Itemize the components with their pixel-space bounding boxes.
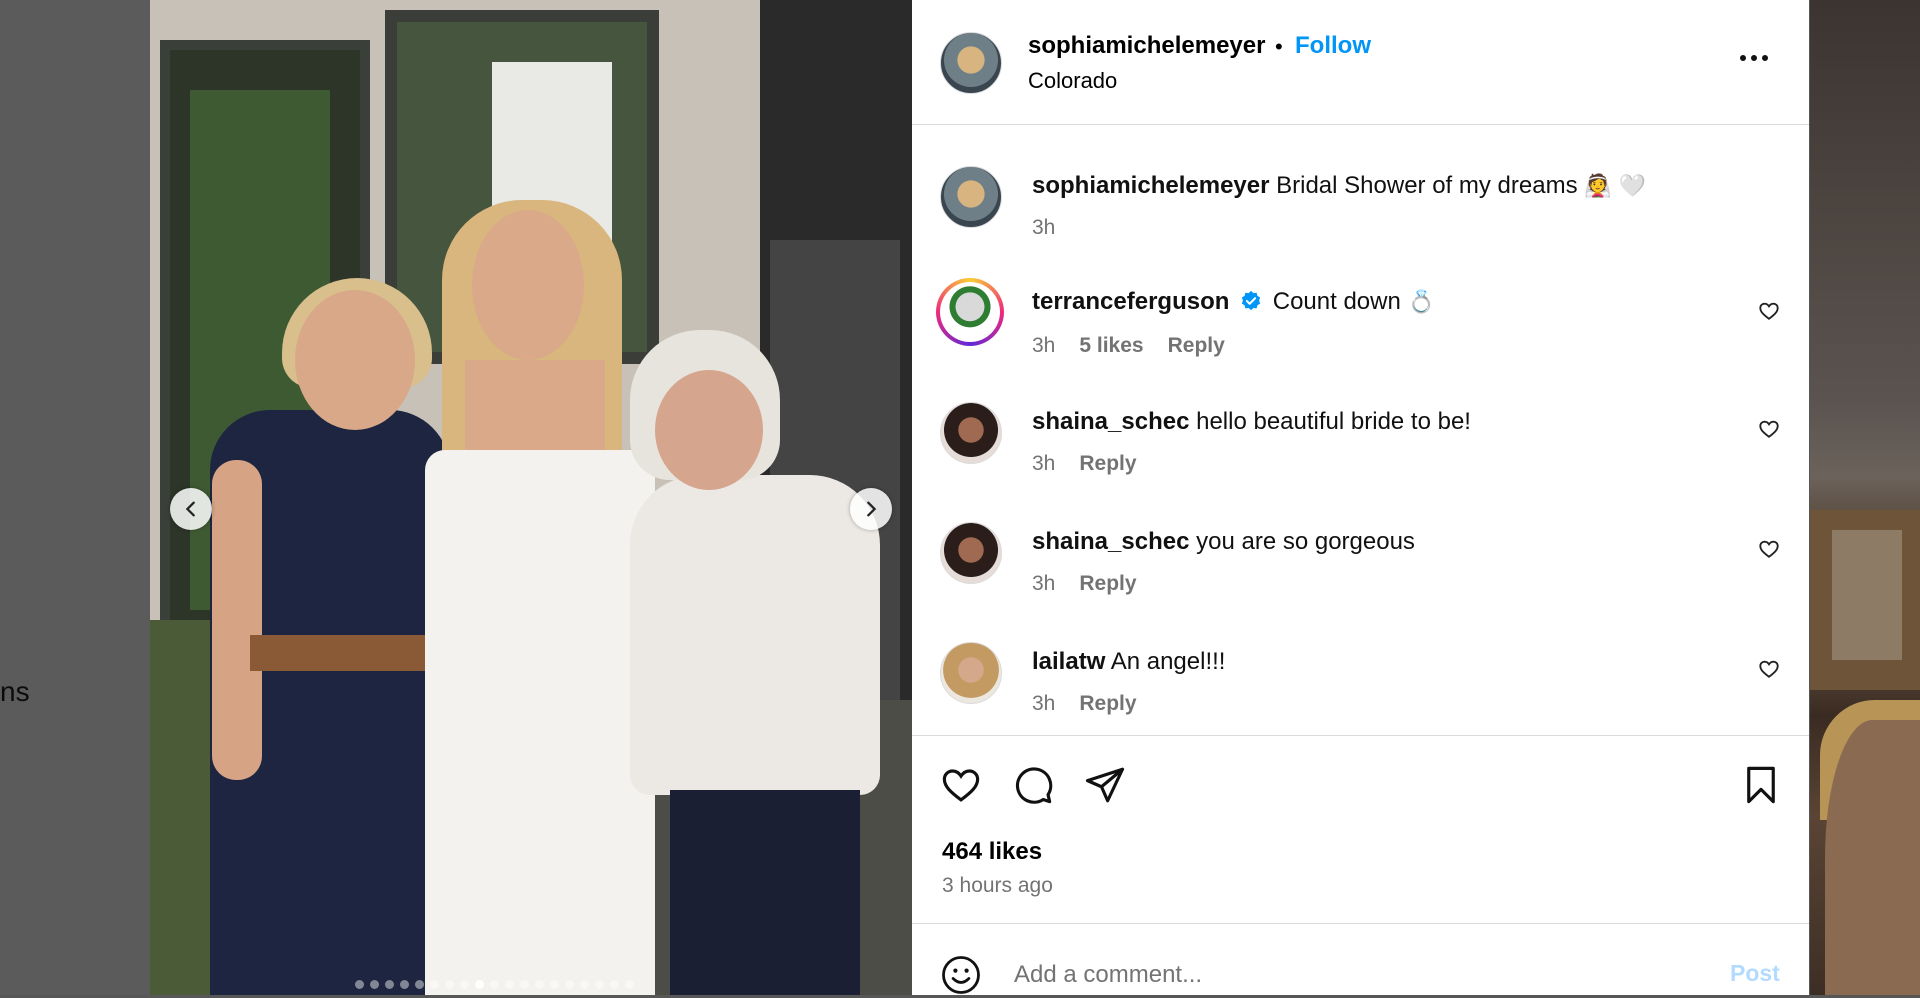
carousel-prev-button[interactable] [170,488,212,530]
caption-meta: 3h [1032,216,1055,240]
caption-avatar[interactable] [940,166,1002,228]
share-send-icon[interactable] [1084,764,1126,806]
background-photo [1825,720,1920,995]
comment-like-heart-icon[interactable] [1758,658,1780,680]
comment-like-heart-icon[interactable] [1758,300,1780,322]
carousel-dot [400,980,409,989]
carousel-dot [505,980,514,989]
comment-text: shaina_schec you are so gorgeous [1032,528,1415,556]
comment-time[interactable]: 3h [1032,692,1055,716]
comment-text: terranceferguson Count down 💍 [1032,288,1435,316]
comment-meta: 3h Reply [1032,572,1137,596]
carousel-dot [385,980,394,989]
comment-body: Count down [1272,288,1401,315]
comment-likes[interactable]: 5 likes [1079,334,1143,358]
carousel-dot [595,980,604,989]
comment-meta: 3h Reply [1032,692,1137,716]
comment-body: An angel!!! [1110,648,1226,675]
carousel-dot [460,980,469,989]
author-avatar[interactable] [940,32,1002,94]
post-timestamp[interactable]: 3 hours ago [942,874,1053,898]
like-heart-icon[interactable] [940,764,982,806]
author-username[interactable]: sophiamichelemeyer [1028,32,1265,60]
comment-text: shaina_schec hello beautiful bride to be… [1032,408,1471,436]
reply-button[interactable]: Reply [1079,692,1136,716]
chevron-left-icon [185,501,195,517]
comment-username[interactable]: shaina_schec [1032,528,1189,555]
carousel-dot [625,980,634,989]
post-image[interactable] [150,0,912,995]
reply-button[interactable]: Reply [1168,334,1225,358]
comment-meta: 3h 5 likes Reply [1032,334,1225,358]
background-page-left [0,0,150,995]
caption-time[interactable]: 3h [1032,216,1055,240]
carousel-dot [370,980,379,989]
chevron-right-icon [867,501,877,517]
post-header: sophiamichelemeyer • Follow Colorado [912,0,1809,125]
carousel-dot [520,980,529,989]
carousel-dot [430,980,439,989]
separator-dot: • [1275,34,1283,59]
comment-text: lailatw An angel!!! [1032,648,1225,676]
commenter-avatar[interactable] [940,402,1002,464]
comment-emoji: 💍 [1407,290,1435,315]
comment-like-heart-icon[interactable] [1758,538,1780,560]
add-comment-bar: Post [912,923,1809,998]
carousel-dot [355,980,364,989]
carousel-dot [580,980,589,989]
background-text: ns [0,676,30,707]
more-dots-icon [1740,55,1746,61]
likes-count[interactable]: 464 likes [942,838,1042,866]
commenter-avatar[interactable] [940,642,1002,704]
reply-button[interactable]: Reply [1079,452,1136,476]
carousel-dot [550,980,559,989]
post-comment-button[interactable]: Post [1730,960,1780,987]
comment-input[interactable] [1012,952,1696,998]
caption-text: sophiamichelemeyer Bridal Shower of my d… [1032,172,1646,200]
carousel-dot [415,980,424,989]
carousel-dot [475,980,484,989]
more-options-button[interactable] [1740,48,1774,68]
location-link[interactable]: Colorado [1028,68,1117,94]
post-actions: 464 likes 3 hours ago Post [912,735,1809,998]
comment-body: hello beautiful bride to be! [1196,408,1471,435]
carousel-dot [610,980,619,989]
comment-time[interactable]: 3h [1032,334,1055,358]
caption-username[interactable]: sophiamichelemeyer [1032,172,1269,199]
commenter-avatar[interactable] [936,278,1004,346]
carousel-next-button[interactable] [850,488,892,530]
comment-username[interactable]: terranceferguson [1032,288,1229,315]
verified-badge-icon [1241,290,1261,311]
carousel-indicator [355,980,634,989]
comment-time[interactable]: 3h [1032,572,1055,596]
comment-like-heart-icon[interactable] [1758,418,1780,440]
comment-username[interactable]: shaina_schec [1032,408,1189,435]
background-picture-frame [1810,510,1920,690]
comment-bubble-icon[interactable] [1012,764,1054,806]
carousel-dot [565,980,574,989]
emoji-picker-icon[interactable] [940,954,982,996]
follow-button[interactable]: Follow [1295,32,1371,60]
comment-body: you are so gorgeous [1196,528,1415,555]
comment-time[interactable]: 3h [1032,452,1055,476]
reply-button[interactable]: Reply [1079,572,1136,596]
carousel-dot [445,980,454,989]
carousel-dot [490,980,499,989]
carousel-dot [535,980,544,989]
comment-username[interactable]: lailatw [1032,648,1105,675]
commenter-avatar[interactable] [940,522,1002,584]
caption-emoji: 👰 🤍 [1584,174,1647,199]
save-bookmark-icon[interactable] [1740,764,1782,806]
comment-meta: 3h Reply [1032,452,1137,476]
post-details-panel: sophiamichelemeyer • Follow Colorado sop… [912,0,1809,998]
background-page-right [1810,0,1920,995]
caption-body: Bridal Shower of my dreams [1276,172,1578,199]
